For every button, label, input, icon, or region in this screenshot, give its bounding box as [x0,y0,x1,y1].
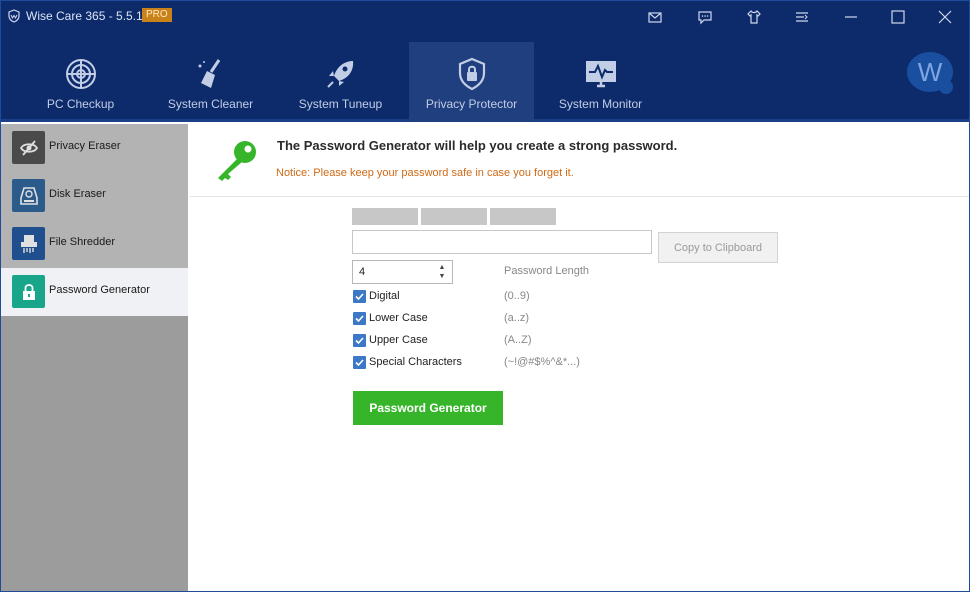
checkbox-digital[interactable] [353,290,366,303]
broom-icon [198,59,220,88]
rocket-icon [326,61,353,88]
nav-label: PC Checkup [46,97,115,111]
mail-icon[interactable] [644,7,666,27]
sidebar-item-privacy-eraser[interactable]: Privacy Eraser [1,124,188,172]
copy-to-clipboard-button[interactable]: Copy to Clipboard [658,232,778,263]
app-logo-icon [8,9,20,23]
main-nav: PC Checkup System Cleaner System Tuneup [1,32,969,122]
strength-bar-segment [352,208,418,225]
password-length-stepper[interactable]: 4 ▲ ▼ [352,260,453,284]
window-title: Wise Care 365 - 5.5.1 [26,9,143,23]
option-range: (0..9) [504,290,530,302]
avatar-badge [939,80,953,94]
disk-icon [12,179,45,212]
main-content: The Password Generator will help you cre… [190,124,969,591]
app-window: Wise Care 365 - 5.5.1 PRO PC Checkup Sys… [0,0,970,592]
feedback-icon[interactable] [694,7,716,27]
option-digital[interactable]: Digital (0..9) [353,289,653,305]
password-length-label: Password Length [504,265,589,277]
nav-label: System Cleaner [167,97,254,111]
notice-text: Notice: Please keep your password safe i… [276,167,574,179]
minimize-icon[interactable] [840,7,862,27]
monitor-pulse-icon [585,61,616,88]
option-special-characters[interactable]: Special Characters (~!@#$%^&*...) [353,355,653,371]
title-bar: Wise Care 365 - 5.5.1 PRO [1,1,969,32]
radar-icon [65,59,96,89]
option-upper-case[interactable]: Upper Case (A..Z) [353,333,653,349]
sidebar-item-password-generator[interactable]: Password Generator [1,268,188,316]
page-header: The Password Generator will help you cre… [190,124,969,197]
sidebar-item-disk-eraser[interactable]: Disk Eraser [1,172,188,220]
password-length-value: 4 [359,266,366,278]
key-icon [218,141,256,181]
pro-badge: PRO [142,8,172,22]
nav-label: System Monitor [558,97,643,111]
page-title: The Password Generator will help you cre… [277,138,678,153]
nav-system-tuneup[interactable]: System Tuneup [278,42,403,122]
strength-bar-segment [421,208,487,225]
option-lower-case[interactable]: Lower Case (a..z) [353,311,653,327]
checkbox-upper-case[interactable] [353,334,366,347]
checkbox-special-characters[interactable] [353,356,366,369]
skin-icon[interactable] [743,7,765,27]
menu-icon[interactable] [791,7,813,27]
maximize-icon[interactable] [887,7,909,27]
lock-icon [12,275,45,308]
nav-system-monitor[interactable]: System Monitor [538,42,663,122]
option-range: (A..Z) [504,334,532,346]
option-label: Digital [369,290,400,302]
nav-privacy-protector[interactable]: Privacy Protector [409,42,534,122]
eye-slash-icon [12,131,45,164]
shield-lock-icon [458,57,485,91]
strength-bar-segment [490,208,556,225]
sidebar-item-label: Privacy Eraser [49,140,121,152]
option-label: Lower Case [369,312,428,324]
option-label: Special Characters [369,356,462,368]
sidebar-item-file-shredder[interactable]: File Shredder [1,220,188,268]
checkbox-lower-case[interactable] [353,312,366,325]
close-icon[interactable] [934,7,956,27]
shredder-icon [12,227,45,260]
sidebar-item-label: File Shredder [49,236,116,248]
generate-password-button[interactable]: Password Generator [353,391,503,425]
sidebar: Privacy Eraser Disk Eraser File Shredder… [1,124,188,591]
sidebar-item-label: Disk Eraser [49,188,106,200]
option-range: (~!@#$%^&*...) [504,356,580,368]
option-range: (a..z) [504,312,530,324]
nav-system-cleaner[interactable]: System Cleaner [148,42,273,122]
nav-pc-checkup[interactable]: PC Checkup [18,42,143,122]
option-label: Upper Case [369,334,428,346]
spin-down-icon[interactable]: ▼ [436,272,448,282]
nav-label: System Tuneup [298,97,383,111]
sidebar-item-label: Password Generator [49,284,150,296]
password-output-field[interactable] [352,230,652,254]
nav-label: Privacy Protector [425,97,518,111]
